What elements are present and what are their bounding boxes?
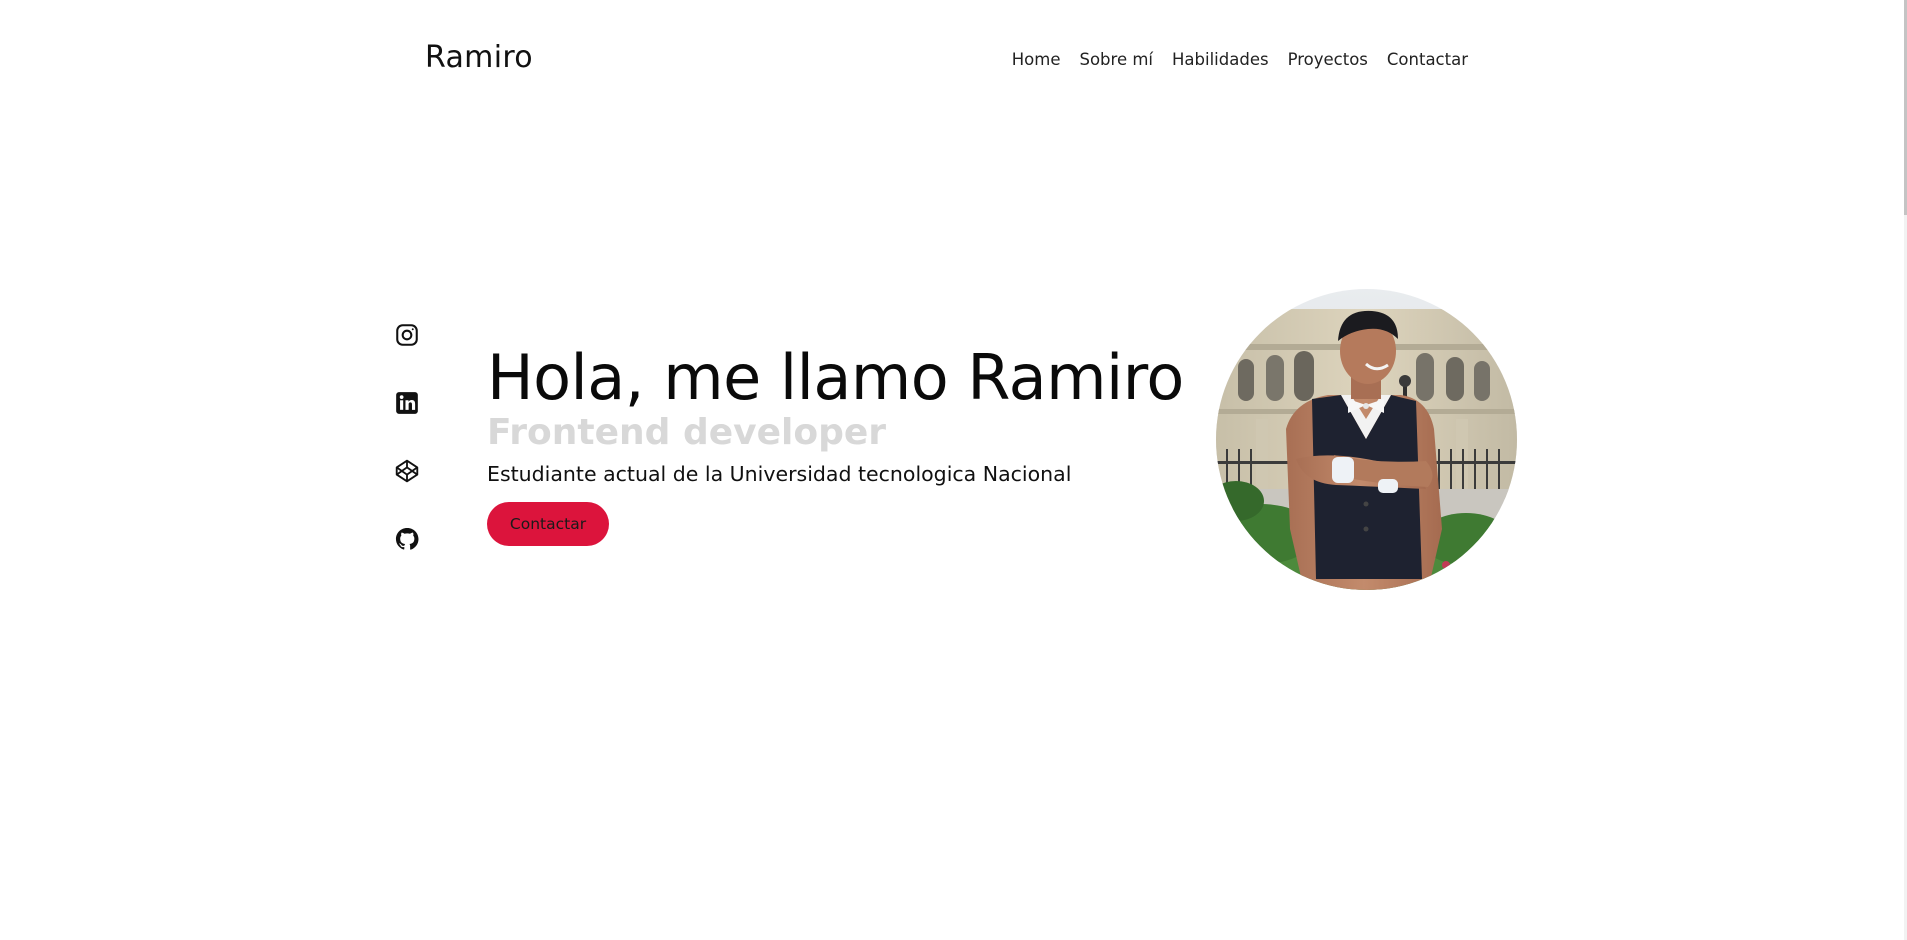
portfolio-page: Ramiro Home Sobre mí Habilidades Proyect… <box>0 0 1907 940</box>
instagram-link[interactable] <box>392 320 422 350</box>
github-link[interactable] <box>392 524 422 554</box>
linkedin-icon <box>396 392 418 414</box>
instagram-icon <box>396 324 418 346</box>
profile-photo <box>1216 289 1517 590</box>
codepen-link[interactable] <box>392 456 422 486</box>
hero-description: Estudiante actual de la Universidad tecn… <box>487 462 1072 486</box>
logo[interactable]: Ramiro <box>425 40 533 75</box>
hero-title: Hola, me llamo Ramiro <box>487 341 1184 414</box>
github-icon <box>395 527 419 550</box>
nav-link-sobre-mi[interactable]: Sobre mí <box>1079 50 1153 70</box>
main-nav: Home Sobre mí Habilidades Proyectos Cont… <box>1012 50 1468 70</box>
nav-link-proyectos[interactable]: Proyectos <box>1288 50 1368 70</box>
linkedin-link[interactable] <box>392 388 422 418</box>
codepen-icon <box>395 459 419 483</box>
hero-subtitle: Frontend developer <box>487 412 887 453</box>
nav-link-habilidades[interactable]: Habilidades <box>1172 50 1269 70</box>
nav-link-home[interactable]: Home <box>1012 50 1061 70</box>
contact-button[interactable]: Contactar <box>487 502 609 546</box>
nav-link-contactar[interactable]: Contactar <box>1387 50 1468 70</box>
